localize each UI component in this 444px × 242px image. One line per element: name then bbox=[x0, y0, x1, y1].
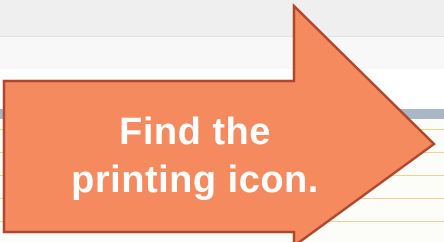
callout-text: Find the printing icon. bbox=[6, 108, 384, 204]
callout-line-1: Find the bbox=[119, 111, 271, 153]
callout-line-2: printing icon. bbox=[71, 159, 319, 201]
